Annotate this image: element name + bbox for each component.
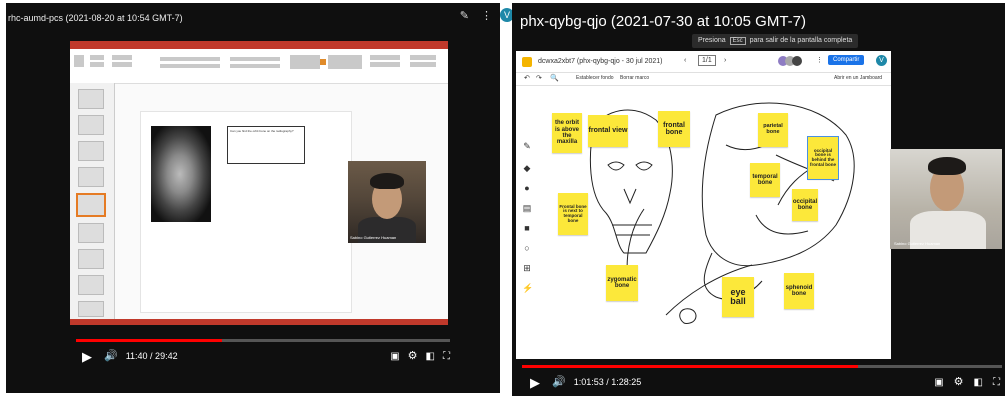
slide-thumbnail[interactable]: [78, 223, 104, 243]
participant-hair: [928, 157, 966, 175]
ppt-ribbon: [70, 49, 448, 84]
miniplayer-icon[interactable]: ◧: [974, 376, 983, 389]
pen-icon[interactable]: ✎: [460, 9, 469, 22]
doc-title: dcwxa2xbt7 (phx-qybg-qjo - 30 jul 2021): [538, 58, 663, 65]
account-avatar[interactable]: V: [876, 55, 887, 66]
clear-frame-button[interactable]: Borrar marco: [620, 75, 649, 81]
collaborator-avatars: [778, 56, 806, 66]
participant-name: Sabino Gutierrez Huaman: [894, 241, 941, 246]
slide-thumbnail[interactable]: [78, 249, 104, 269]
sticky-note[interactable]: Frontal bone is next to temporal bone: [558, 193, 588, 235]
miniplayer-icon[interactable]: ◧: [426, 350, 435, 363]
more-icon[interactable]: ⋮: [816, 56, 823, 64]
participant-camera: Sabino Gutierrez Huaman: [890, 149, 1002, 249]
slide-thumbnail[interactable]: [78, 141, 104, 161]
participant-hair: [370, 173, 404, 189]
right-progress-bar[interactable]: [522, 365, 1002, 368]
sticky-note[interactable]: temporal bone: [750, 163, 780, 197]
esc-key: Esc: [729, 37, 746, 45]
right-video-title[interactable]: phx-qybg-qjo (2021-07-30 at 10:05 GMT-7): [520, 13, 806, 30]
exit-fullscreen-icon[interactable]: ⛶: [993, 376, 1000, 389]
play-icon[interactable]: ▶: [82, 350, 92, 363]
jamboard-logo-icon: [522, 57, 532, 67]
left-progress-fill: [76, 339, 222, 342]
jamboard-toolbar: ↶ ↷ 🔍 Establecer fondo Borrar marco Abri…: [516, 72, 891, 86]
sticky-note[interactable]: the orbit is above the maxilla: [552, 113, 582, 153]
avatar: [792, 56, 802, 66]
left-time-display: 11:40 / 29:42: [125, 351, 178, 361]
sticky-note-selected[interactable]: occipital bone is behind the frontal bon…: [807, 136, 839, 180]
ppt-ribbon-tools: [74, 55, 436, 69]
ppt-status-bar: [70, 319, 448, 325]
left-video-player[interactable]: rhc-aumd-pcs (2021-08-20 at 10:54 GMT-7)…: [6, 3, 500, 393]
more-icon[interactable]: ⋮: [481, 9, 492, 22]
frame-counter[interactable]: 1/1: [698, 55, 716, 66]
volume-icon[interactable]: 🔊: [552, 376, 566, 389]
slide-thumbnail[interactable]: [78, 275, 104, 295]
volume-icon[interactable]: 🔊: [104, 350, 118, 363]
slide-thumbnail[interactable]: [78, 115, 104, 135]
right-time-display: 1:01:53 / 1:28:25: [573, 377, 642, 387]
sticky-note[interactable]: sphenoid bone: [784, 273, 814, 309]
left-video-title[interactable]: rhc-aumd-pcs (2021-08-20 at 10:54 GMT-7): [8, 13, 183, 23]
left-controls: ▶ 🔊 11:40 / 29:42 ▣ ⚙ ◧ ⛶: [82, 349, 450, 363]
gear-icon[interactable]: ⚙: [408, 350, 418, 363]
gear-icon[interactable]: ⚙: [954, 376, 964, 389]
set-background-button[interactable]: Establecer fondo: [576, 75, 614, 81]
slide-thumbnail[interactable]: [78, 167, 104, 187]
sticky-note[interactable]: zygomatic bone: [606, 265, 638, 301]
sticky-note[interactable]: occipital bone: [792, 189, 818, 221]
fullscreen-icon[interactable]: ⛶: [443, 350, 450, 363]
right-progress-fill: [522, 365, 858, 368]
subtitles-icon[interactable]: ▣: [934, 376, 943, 389]
right-video-player[interactable]: phx-qybg-qjo (2021-07-30 at 10:05 GMT-7)…: [512, 3, 1005, 396]
next-frame-icon[interactable]: ›: [724, 57, 726, 64]
sticky-note[interactable]: parietal bone: [758, 113, 788, 147]
share-button[interactable]: Compartir: [828, 55, 865, 65]
fullscreen-toast: Presiona Esc para salir de la pantalla c…: [692, 34, 859, 48]
undo-icon[interactable]: ↶: [524, 74, 530, 82]
participant-name: Sabino Gutierrez Huaman: [350, 235, 397, 240]
right-controls: ▶ 🔊 1:01:53 / 1:28:25 ▣ ⚙ ◧ ⛶: [530, 375, 1000, 389]
current-slide: Can you find the orbit bone on the radio…: [140, 111, 352, 313]
slide-thumbnail-panel: [70, 83, 115, 319]
toast-text-after: para salir de la pantalla completa: [749, 37, 853, 44]
toast-text-before: Presiona: [698, 37, 726, 44]
play-icon[interactable]: ▶: [530, 376, 540, 389]
slide-thumbnail[interactable]: [78, 301, 104, 317]
sticky-note[interactable]: eye ball: [722, 277, 754, 317]
slide-question-box: Can you find the orbit bone on the radio…: [227, 126, 305, 164]
sticky-note[interactable]: frontal bone: [658, 111, 690, 147]
prev-frame-icon[interactable]: ‹: [684, 57, 686, 64]
redo-icon[interactable]: ↷: [536, 74, 542, 82]
zoom-icon[interactable]: 🔍: [550, 74, 559, 82]
open-jamboard-button[interactable]: Abrir en un Jamboard: [834, 75, 882, 81]
sticky-note[interactable]: frontal view: [588, 115, 628, 147]
skull-xray-image: [151, 126, 211, 222]
left-top-icons: ✎ ⋮: [460, 9, 492, 22]
slide-thumbnail[interactable]: [78, 89, 104, 109]
jamboard-screen: dcwxa2xbt7 (phx-qybg-qjo - 30 jul 2021) …: [516, 51, 891, 359]
slide-thumbnail-selected[interactable]: [76, 193, 106, 217]
participant-camera: Sabino Gutierrez Huaman: [348, 161, 426, 243]
subtitles-icon[interactable]: ▣: [390, 350, 399, 363]
left-progress-bar[interactable]: [76, 339, 450, 342]
ppt-title-bar: [70, 41, 448, 49]
